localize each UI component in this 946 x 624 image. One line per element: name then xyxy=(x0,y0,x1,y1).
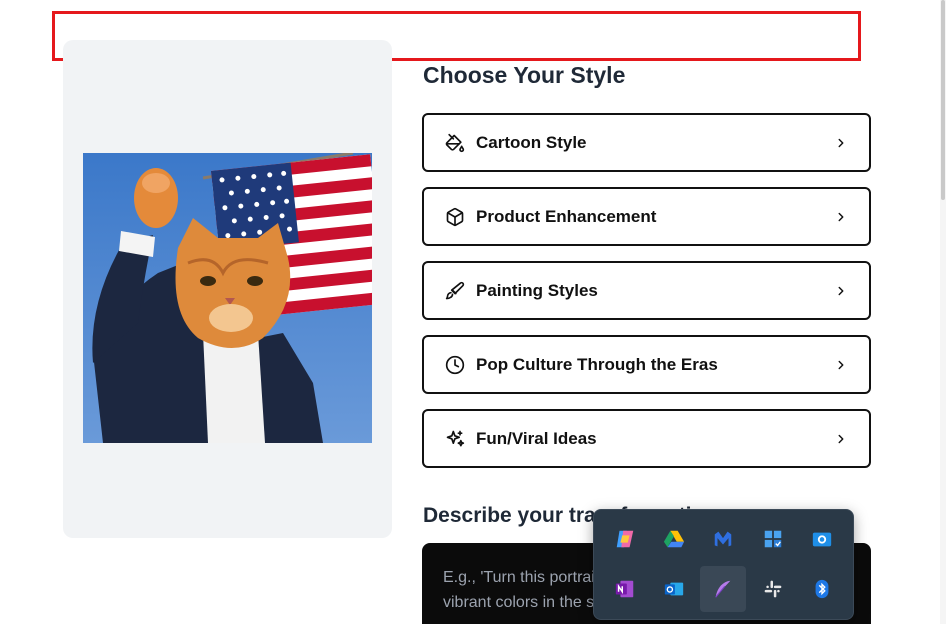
style-option-label: Painting Styles xyxy=(476,280,598,300)
style-option-cartoon[interactable]: Cartoon Style xyxy=(422,113,871,172)
chevron-right-icon xyxy=(833,283,849,299)
cat-portrait-image xyxy=(83,153,372,443)
style-option-pop-culture[interactable]: Pop Culture Through the Eras xyxy=(422,335,871,394)
style-option-label: Fun/Viral Ideas xyxy=(476,428,597,448)
outlook-icon[interactable] xyxy=(651,566,697,612)
onenote-icon[interactable] xyxy=(602,566,648,612)
box-icon xyxy=(444,206,466,228)
google-drive-icon[interactable] xyxy=(651,516,697,562)
scrollbar-thumb[interactable] xyxy=(941,0,945,200)
slack-icon[interactable] xyxy=(750,566,796,612)
sparkles-icon xyxy=(444,428,466,450)
style-option-product[interactable]: Product Enhancement xyxy=(422,187,871,246)
cat-portrait-graphic xyxy=(83,153,372,443)
style-option-label: Pop Culture Through the Eras xyxy=(476,354,718,374)
paint-bucket-icon xyxy=(444,132,466,154)
system-tray-overflow xyxy=(593,509,854,620)
style-option-label: Product Enhancement xyxy=(476,206,657,226)
chevron-right-icon xyxy=(833,135,849,151)
style-option-painting[interactable]: Painting Styles xyxy=(422,261,871,320)
feather-app-icon[interactable] xyxy=(700,566,746,612)
chevron-right-icon xyxy=(833,357,849,373)
bluetooth-icon[interactable] xyxy=(799,566,845,612)
task-manager-icon[interactable] xyxy=(750,516,796,562)
page: Choose Your Style Cartoon Style Product … xyxy=(0,0,946,624)
malwarebytes-icon[interactable] xyxy=(700,516,746,562)
page-title: Choose Your Style xyxy=(423,62,626,88)
paintbrush-icon xyxy=(444,280,466,302)
style-option-fun-viral[interactable]: Fun/Viral Ideas xyxy=(422,409,871,468)
copilot-icon[interactable] xyxy=(602,516,648,562)
clock-icon xyxy=(444,354,466,376)
camera-app-icon[interactable] xyxy=(799,516,845,562)
style-option-label: Cartoon Style xyxy=(476,132,587,152)
chevron-right-icon xyxy=(833,431,849,447)
chevron-right-icon xyxy=(833,209,849,225)
scrollbar[interactable] xyxy=(940,0,946,624)
